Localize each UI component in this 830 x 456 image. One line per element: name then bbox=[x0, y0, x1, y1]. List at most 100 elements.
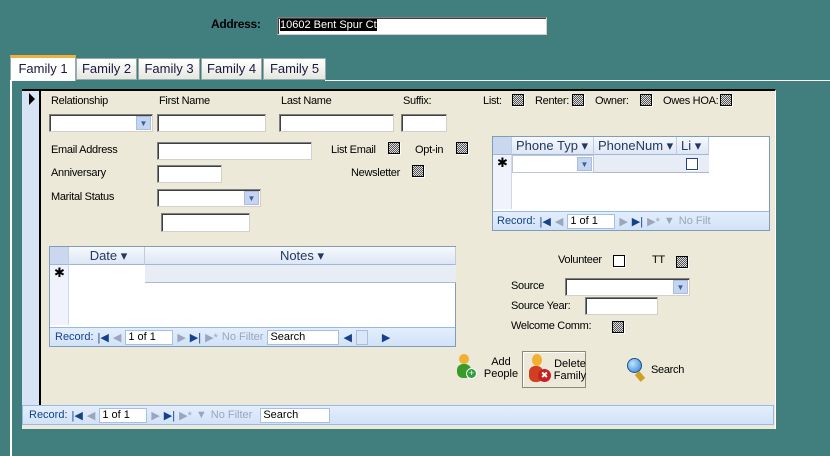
tab-family-4[interactable]: Family 4 bbox=[201, 58, 262, 80]
no-filter-button[interactable]: No Filter bbox=[222, 331, 264, 343]
tab-family-1[interactable]: Family 1 bbox=[10, 55, 76, 81]
prev-record-icon[interactable]: ◀ bbox=[555, 215, 563, 228]
list-email-label: List Email bbox=[331, 144, 376, 156]
search-box[interactable]: Search bbox=[260, 407, 331, 423]
record-label: Record: bbox=[497, 215, 536, 227]
new-record-icon: ✱ bbox=[497, 155, 508, 170]
suffix-label: Suffix: bbox=[403, 95, 432, 107]
next-record-icon[interactable]: ▶ bbox=[177, 331, 185, 344]
last-record-icon[interactable]: ▶| bbox=[632, 215, 643, 228]
prev-record-icon[interactable]: ◀ bbox=[87, 409, 95, 422]
search-button[interactable]: Search bbox=[626, 357, 690, 383]
new-record-icon: ✱ bbox=[54, 265, 65, 280]
column-label: PhoneNum bbox=[598, 138, 664, 153]
chevron-down-icon[interactable]: ▼ bbox=[136, 116, 151, 130]
first-name-input[interactable] bbox=[157, 114, 266, 132]
column-label: Notes bbox=[279, 248, 314, 263]
last-record-icon[interactable]: ▶| bbox=[164, 409, 175, 422]
column-list[interactable]: Li ▾ bbox=[677, 137, 709, 155]
relationship-combo[interactable]: ▼ bbox=[49, 114, 153, 132]
column-notes[interactable]: Notes ▾ bbox=[145, 247, 456, 265]
prev-record-icon[interactable]: ◀ bbox=[113, 331, 121, 344]
no-filter-button[interactable]: No Filter bbox=[211, 409, 253, 421]
last-name-input[interactable] bbox=[279, 114, 394, 132]
search-box[interactable]: Search bbox=[267, 329, 340, 345]
owes-hoa-checkbox[interactable] bbox=[720, 94, 732, 106]
volunteer-checkbox[interactable] bbox=[613, 255, 625, 267]
tt-label: TT bbox=[652, 254, 665, 266]
anniversary-input[interactable] bbox=[157, 165, 222, 183]
welcome-comm-label: Welcome Comm: bbox=[511, 320, 592, 332]
tab-family-2[interactable]: Family 2 bbox=[76, 58, 137, 80]
optin-checkbox[interactable] bbox=[456, 142, 468, 154]
filter-icon: ▼ bbox=[663, 215, 675, 227]
phone-subform: Phone Typ ▾ PhoneNum ▾ Li ▾ ✱ ▼ Record: … bbox=[492, 136, 770, 231]
select-all-corner[interactable] bbox=[493, 137, 512, 155]
tt-checkbox[interactable] bbox=[676, 256, 688, 268]
column-phone-num[interactable]: PhoneNum ▾ bbox=[594, 137, 677, 155]
newsletter-label: Newsletter bbox=[351, 167, 400, 179]
newsletter-checkbox[interactable] bbox=[412, 165, 424, 177]
extra-input[interactable] bbox=[161, 213, 250, 232]
column-phone-type[interactable]: Phone Typ ▾ bbox=[512, 137, 594, 155]
first-name-label: First Name bbox=[159, 95, 210, 107]
add-people-icon bbox=[459, 354, 469, 364]
suffix-input[interactable] bbox=[401, 114, 447, 132]
address-label: Address: bbox=[211, 17, 261, 31]
new-record-nav-icon[interactable]: ▶* bbox=[179, 409, 192, 422]
record-selector[interactable] bbox=[22, 91, 41, 405]
chevron-down-icon[interactable]: ▼ bbox=[673, 280, 688, 294]
column-label: Date bbox=[89, 248, 118, 263]
phone-list-checkbox[interactable] bbox=[686, 158, 698, 170]
first-record-icon[interactable]: |◀ bbox=[72, 409, 83, 422]
horizontal-scrollbar-thumb[interactable] bbox=[355, 329, 368, 345]
owner-checkbox[interactable] bbox=[640, 94, 652, 106]
filter-icon: ▼ bbox=[195, 409, 207, 421]
marital-status-combo[interactable]: ▼ bbox=[157, 189, 261, 207]
address-value: 10602 Bent Spur Ct bbox=[280, 19, 377, 31]
chevron-down-icon[interactable]: ▼ bbox=[244, 191, 259, 205]
column-date[interactable]: Date ▾ bbox=[69, 247, 145, 265]
search-label: Search bbox=[651, 364, 685, 376]
select-all-corner[interactable] bbox=[50, 247, 69, 265]
chevron-down-icon[interactable]: ▼ bbox=[577, 157, 592, 171]
last-record-icon[interactable]: ▶| bbox=[190, 331, 201, 344]
notes-record-nav: Record: |◀ ◀ 1 of 1 ▶ ▶| ▶* No Filter Searc… bbox=[50, 327, 455, 346]
marital-status-label: Marital Status bbox=[51, 191, 115, 203]
welcome-comm-checkbox[interactable] bbox=[612, 321, 624, 333]
source-combo[interactable]: ▼ bbox=[565, 278, 690, 296]
source-year-label: Source Year: bbox=[511, 300, 571, 312]
new-record-nav-icon[interactable]: ▶* bbox=[205, 331, 218, 344]
delete-family-label-line1: Delete bbox=[554, 358, 586, 370]
tab-page-border-top bbox=[325, 80, 830, 81]
next-record-icon[interactable]: ▶ bbox=[151, 409, 159, 422]
scroll-left-icon[interactable]: ◀ bbox=[343, 331, 351, 344]
column-label: Li bbox=[681, 138, 692, 153]
delete-family-button[interactable]: ✖ Delete Family bbox=[522, 351, 586, 388]
source-year-input[interactable] bbox=[585, 297, 658, 315]
scroll-right-icon[interactable]: ▶ bbox=[382, 331, 390, 344]
address-input[interactable]: 10602 Bent Spur Ct bbox=[277, 17, 547, 35]
list-checkbox[interactable] bbox=[512, 94, 524, 106]
add-people-button[interactable]: + Add People bbox=[456, 354, 520, 384]
next-record-icon[interactable]: ▶ bbox=[619, 215, 627, 228]
new-record-nav-icon[interactable]: ▶* bbox=[647, 215, 660, 228]
renter-checkbox[interactable] bbox=[572, 94, 584, 106]
column-label: Phone Typ bbox=[516, 138, 578, 153]
record-position-input[interactable]: 1 of 1 bbox=[567, 213, 616, 229]
tab-family-3[interactable]: Family 3 bbox=[138, 58, 200, 80]
record-position-input[interactable]: 1 of 1 bbox=[99, 407, 148, 423]
first-record-icon[interactable]: |◀ bbox=[98, 331, 109, 344]
email-input[interactable] bbox=[157, 142, 312, 160]
renter-label: Renter: bbox=[535, 95, 569, 107]
phone-record-nav: Record: |◀ ◀ 1 of 1 ▶ ▶| ▶* ▼ No Filt bbox=[493, 211, 769, 230]
tab-family-5[interactable]: Family 5 bbox=[263, 58, 326, 80]
volunteer-label: Volunteer bbox=[558, 254, 602, 266]
phone-type-combo[interactable]: ▼ bbox=[512, 155, 594, 173]
no-filter-button[interactable]: No Filt bbox=[679, 215, 711, 227]
relationship-label: Relationship bbox=[51, 95, 108, 107]
list-email-checkbox[interactable] bbox=[388, 142, 400, 154]
record-position-input[interactable]: 1 of 1 bbox=[125, 329, 174, 345]
delete-family-icon bbox=[532, 354, 542, 366]
first-record-icon[interactable]: |◀ bbox=[540, 215, 551, 228]
